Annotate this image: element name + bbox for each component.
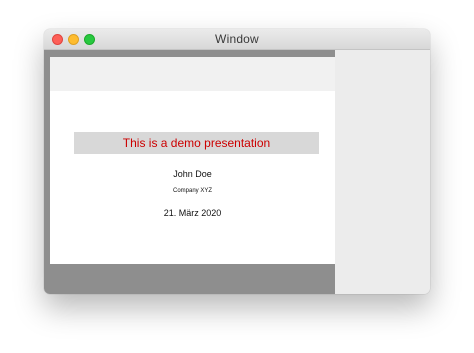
slide-header-strip bbox=[50, 57, 335, 91]
slide-author: John Doe bbox=[173, 169, 212, 179]
app-window: Window This is a demo presentation John … bbox=[44, 29, 430, 294]
window-content: This is a demo presentation John Doe Com… bbox=[44, 50, 430, 294]
presentation-slide: This is a demo presentation John Doe Com… bbox=[50, 57, 335, 264]
slide-title-box: This is a demo presentation bbox=[74, 132, 319, 154]
window-title: Window bbox=[215, 32, 259, 46]
slide-institute: Company XYZ bbox=[172, 188, 212, 194]
slide-title: This is a demo presentation bbox=[122, 136, 271, 150]
slide-date: 21. März 2020 bbox=[163, 208, 222, 218]
slide-frame: This is a demo presentation John Doe Com… bbox=[44, 50, 335, 294]
window-titlebar[interactable]: Window bbox=[44, 29, 430, 50]
